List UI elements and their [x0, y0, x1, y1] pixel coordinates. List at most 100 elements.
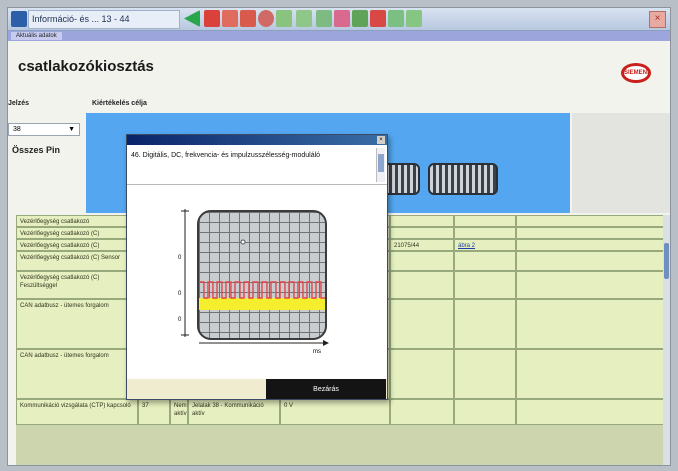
- table-cell: Vezérlőegység csatlakozó: [16, 215, 138, 227]
- brand-logo: SIEMENS: [621, 63, 651, 83]
- scroll-thumb[interactable]: [664, 243, 669, 279]
- table-cell: CAN adatbusz - ütemes forgalom: [16, 299, 138, 349]
- signal-label: Jelzés: [8, 100, 30, 107]
- table-cell: Vezérlőegység csatlakozó (C) Feszültségg…: [16, 271, 138, 299]
- window-title: Információ- és ... 13 - 44: [32, 14, 130, 24]
- cell-text: CAN adatbusz - ütemes forgalom: [20, 353, 109, 359]
- table-cell: [454, 349, 516, 399]
- evaluation-label: Kiértékelés célja: [92, 100, 147, 107]
- page-title: csatlakozókiosztás: [18, 58, 154, 75]
- tool-button-7[interactable]: [316, 10, 332, 27]
- oscillogram-area: 0 0 0 ms: [127, 187, 387, 377]
- signal-band: [199, 298, 325, 310]
- cell-text: Vezérlőegység csatlakozó: [20, 219, 90, 225]
- table-cell: ábra 2: [454, 239, 516, 251]
- close-popup-button[interactable]: Bezárás: [266, 379, 386, 399]
- cell-text: Vezérlőegység csatlakozó (C): [20, 243, 100, 249]
- y-mark-1: 0: [178, 255, 182, 261]
- table-row: Kommunikáció vizsgálata (CTP) kapcsoló 37…: [16, 399, 670, 425]
- table-cell: [454, 215, 516, 227]
- tool-button-10[interactable]: [370, 10, 386, 27]
- pulse-signal: [199, 281, 325, 299]
- cell-text: 37: [142, 403, 149, 409]
- oscilloscope-screen: [197, 210, 327, 340]
- table-cell: [516, 227, 670, 239]
- popup-scroll-thumb[interactable]: [378, 154, 384, 172]
- side-panel: [572, 113, 670, 213]
- tool-button-2[interactable]: [222, 10, 238, 27]
- tool-button-9[interactable]: [352, 10, 368, 27]
- tool-button-12[interactable]: [406, 10, 422, 27]
- app-window: Információ- és ... 13 - 44 × Aktuális ad…: [7, 7, 671, 466]
- table-cell: [390, 251, 454, 271]
- info-popup: × 46. Digitális, DC, frekvencia- és impu…: [126, 134, 388, 400]
- tab-bar: Aktuális adatok: [8, 31, 670, 41]
- cell-text[interactable]: ábra 2: [458, 243, 475, 249]
- table-cell: CAN adatbusz - ütemes forgalom: [16, 349, 138, 399]
- tool-button-4[interactable]: [258, 10, 274, 27]
- table-cell: [390, 215, 454, 227]
- cell-text: CAN adatbusz - ütemes forgalom: [20, 303, 109, 309]
- cell-text: Vezérlőegység csatlakozó (C) Feszültségg…: [20, 275, 100, 289]
- tool-button-6[interactable]: [296, 10, 312, 27]
- tool-button-11[interactable]: [388, 10, 404, 27]
- chevron-down-icon: ▼: [68, 126, 75, 133]
- table-cell: [454, 299, 516, 349]
- table-cell: [516, 239, 670, 251]
- table-cell: 21075/44: [390, 239, 454, 251]
- tool-button-5[interactable]: [276, 10, 292, 27]
- table-cell: [516, 349, 670, 399]
- table-cell: [454, 399, 516, 425]
- y-mark-2: 0: [178, 291, 182, 297]
- cell-text: 21075/44: [394, 243, 420, 249]
- popup-scrollbar[interactable]: [376, 148, 385, 182]
- cell-text: 0 V: [284, 403, 294, 409]
- waveform: [199, 239, 325, 310]
- app-logo-icon: [11, 11, 27, 27]
- popup-close-icon[interactable]: ×: [377, 136, 385, 144]
- vertical-scrollbar[interactable]: [663, 215, 670, 465]
- table-cell: [516, 215, 670, 227]
- tool-button-8[interactable]: [334, 10, 350, 27]
- table-cell: [390, 299, 454, 349]
- table-cell: [454, 271, 516, 299]
- cursor-marker: [240, 239, 246, 245]
- table-cell: [390, 271, 454, 299]
- table-cell: [390, 399, 454, 425]
- close-icon[interactable]: ×: [649, 11, 666, 28]
- table-cell: Nem aktív: [170, 399, 188, 425]
- table-cell: Vezérlőegység csatlakozó (C): [16, 239, 138, 251]
- pin-select-value: 38: [13, 126, 21, 133]
- cell-text: Vezérlőegység csatlakozó (C) Sensor: [20, 255, 121, 261]
- popup-titlebar[interactable]: ×: [127, 135, 387, 145]
- table-cell: Jelalak 38 - Kommunikáció aktív: [188, 399, 280, 425]
- table-cell: Kommunikáció vizsgálata (CTP) kapcsoló: [16, 399, 138, 425]
- x-axis-arrow: [323, 340, 329, 346]
- tool-button-1[interactable]: [204, 10, 220, 27]
- table-cell: [390, 227, 454, 239]
- connector-b-icon[interactable]: [428, 163, 498, 195]
- y-mark-3: 0: [178, 317, 182, 323]
- cell-text: Jelalak 38 - Kommunikáció aktív: [192, 403, 264, 417]
- address-box[interactable]: Információ- és ... 13 - 44: [28, 10, 180, 29]
- popup-description: 46. Digitális, DC, frekvencia- és impulz…: [131, 152, 321, 159]
- table-cell: Vezérlőegység csatlakozó (C): [16, 227, 138, 239]
- table-cell: [454, 251, 516, 271]
- x-axis-unit: ms: [313, 349, 321, 355]
- all-pins-label: Összes Pin: [12, 145, 61, 155]
- popup-header: 46. Digitális, DC, frekvencia- és impulz…: [127, 146, 387, 185]
- table-cell: [454, 227, 516, 239]
- cell-text: Vezérlőegység csatlakozó (C): [20, 231, 100, 237]
- table-cell: Vezérlőegység csatlakozó (C) Sensor: [16, 251, 138, 271]
- table-cell: [516, 399, 670, 425]
- table-cell: [390, 349, 454, 399]
- tool-button-3[interactable]: [240, 10, 256, 27]
- tab-current-data[interactable]: Aktuális adatok: [11, 32, 62, 40]
- cell-text: Kommunikáció vizsgálata (CTP) kapcsoló: [20, 403, 131, 409]
- table-cell: [516, 251, 670, 271]
- toolbar: Információ- és ... 13 - 44 ×: [8, 8, 670, 31]
- back-arrow-icon[interactable]: [184, 10, 200, 27]
- cell-text: Nem aktív: [174, 403, 187, 417]
- table-cell: [516, 299, 670, 349]
- pin-select[interactable]: 38 ▼: [8, 123, 80, 136]
